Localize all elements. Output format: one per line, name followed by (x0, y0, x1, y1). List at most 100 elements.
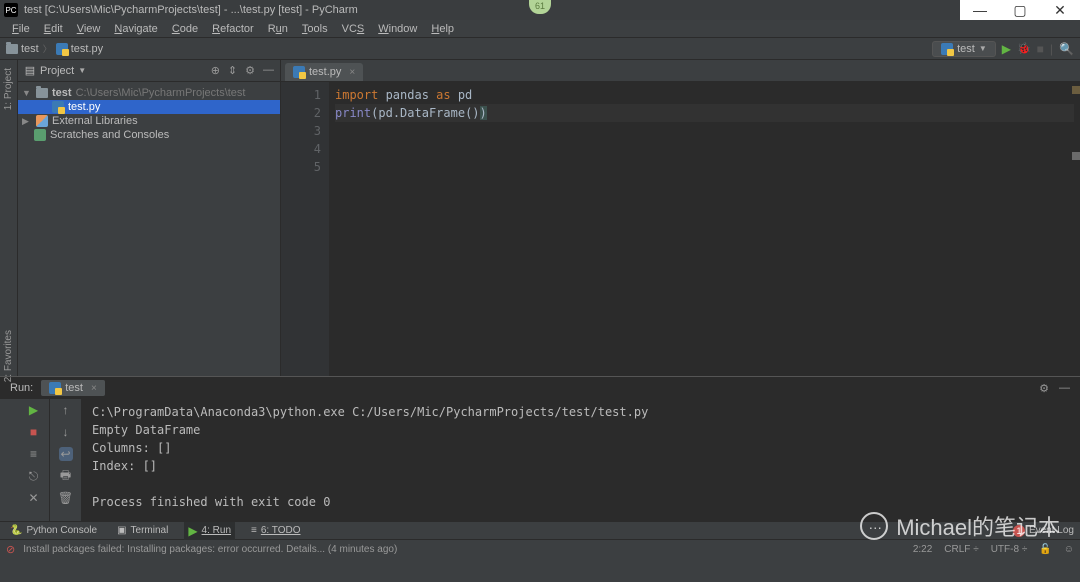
tab-run[interactable]: ▶ 4: Run (184, 522, 235, 540)
menu-help[interactable]: Help (425, 21, 460, 37)
tab-terminal[interactable]: ▣ Terminal (113, 523, 172, 538)
tree-root[interactable]: ▼ test C:\Users\Mic\PycharmProjects\test (18, 86, 280, 100)
up-arrow-icon[interactable]: ↑ (59, 403, 73, 417)
hide-icon[interactable]: — (1059, 382, 1070, 395)
menu-run[interactable]: Run (262, 21, 294, 37)
library-icon (36, 115, 48, 127)
rerun-icon[interactable]: ▶ (27, 403, 41, 417)
breadcrumb: test 〉 test.py (6, 42, 103, 55)
caret-position[interactable]: 2:22 (913, 544, 932, 555)
inspector-icon[interactable]: ☺ (1064, 544, 1074, 555)
tab-label: Python Console (26, 525, 97, 536)
chevron-down-icon[interactable]: ▼ (78, 66, 86, 75)
tree-external-libraries[interactable]: ▶ External Libraries (18, 114, 280, 128)
run-config-selector[interactable]: test ▼ (932, 41, 996, 57)
run-tab[interactable]: test × (41, 380, 105, 396)
close-button[interactable]: ✕ (1040, 0, 1080, 20)
print-icon[interactable]: 🖶 (59, 469, 73, 483)
status-message[interactable]: Install packages failed: Installing pack… (23, 544, 397, 555)
task-badge[interactable]: 61 (529, 0, 551, 14)
gutter: 1 2 3 4 5 (281, 82, 329, 376)
play-icon: ▶ (188, 524, 197, 538)
collapse-icon[interactable]: ⇕ (228, 64, 237, 77)
maximize-button[interactable]: ▢ (1000, 0, 1040, 20)
trash-icon[interactable]: 🗑 (59, 491, 73, 505)
file-encoding[interactable]: UTF-8 ÷ (991, 544, 1028, 555)
run-toolbar-primary: ▶ ■ ≡ ⎋ ✕ (18, 399, 50, 521)
tree-scratches[interactable]: Scratches and Consoles (18, 128, 280, 142)
down-arrow-icon[interactable]: ↓ (59, 425, 73, 439)
notification-badge[interactable]: 1 (1013, 525, 1025, 537)
expand-arrow-icon[interactable]: ▼ (22, 88, 32, 98)
scroll-marker[interactable] (1072, 152, 1080, 160)
pin-icon[interactable]: ⎋ (27, 469, 41, 483)
console-output[interactable]: C:\ProgramData\Anaconda3\python.exe C:/U… (82, 399, 1080, 521)
stop-button[interactable]: ■ (1037, 42, 1044, 56)
code-area[interactable]: import pandas as pd print(pd.DataFrame()… (329, 82, 1080, 376)
close-icon[interactable]: ✕ (27, 491, 41, 505)
code-line-2: print(pd.DataFrame()) (335, 104, 1074, 122)
close-icon[interactable]: × (91, 383, 97, 394)
rail-project[interactable]: 1: Project (3, 68, 14, 110)
search-everywhere-icon[interactable]: 🔍 (1059, 42, 1074, 56)
menu-edit[interactable]: Edit (38, 21, 69, 37)
menu-navigate[interactable]: Navigate (108, 21, 163, 37)
run-toolbar-secondary: ↑ ↓ ↩ 🖶 🗑 (50, 399, 82, 521)
tab-label: Terminal (131, 525, 169, 536)
expand-arrow-icon[interactable]: ▶ (22, 116, 32, 127)
layout-icon[interactable]: ≡ (27, 447, 41, 461)
debug-button[interactable]: 🐞 (1017, 42, 1031, 55)
editor-body[interactable]: 1 2 3 4 5 import pandas as pd print(pd.D… (281, 82, 1080, 376)
tab-label: 6: TODO (261, 525, 301, 536)
gear-icon[interactable]: ⚙ (245, 64, 255, 77)
project-view-icon: ▤ (24, 65, 36, 77)
folder-icon (36, 88, 48, 98)
panel-title: Project (40, 65, 74, 77)
line-number: 1 (281, 86, 321, 104)
editor-tab-label: test.py (309, 66, 341, 78)
warning-icon[interactable]: ⊘ (6, 543, 15, 556)
tree-extlib-label: External Libraries (52, 115, 138, 127)
folder-icon (6, 44, 18, 54)
menu-vcs[interactable]: VCS (336, 21, 371, 37)
tab-python-console[interactable]: 🐍 Python Console (6, 523, 101, 538)
minimize-button[interactable]: — (960, 0, 1000, 20)
hide-icon[interactable]: — (263, 64, 274, 77)
breadcrumb-folder[interactable]: test (6, 43, 39, 55)
wrap-icon[interactable]: ↩ (59, 447, 73, 461)
tree-root-name: test (52, 87, 72, 99)
run-panel-header: Run: test × ⚙ — (0, 377, 1080, 399)
run-tool-window: Run: test × ⚙ — ▶ ■ ≡ ⎋ ✕ ↑ ↓ ↩ 🖶 🗑 C:\P… (0, 376, 1080, 521)
tree-file[interactable]: test.py (18, 100, 280, 114)
readonly-icon[interactable]: 🔓 (1039, 544, 1051, 555)
line-number: 4 (281, 140, 321, 158)
left-tool-rail: 1: Project 2: Favorites 7: Structure (0, 60, 18, 376)
close-tab-icon[interactable]: × (349, 67, 355, 78)
left-rail-bottom (0, 399, 18, 521)
divider: | (1050, 42, 1053, 56)
status-bar: ⊘ Install packages failed: Installing pa… (0, 539, 1080, 559)
scroll-warning-marker[interactable] (1072, 86, 1080, 94)
python-file-icon (49, 382, 61, 394)
breadcrumb-file-label: test.py (71, 43, 103, 55)
menu-refactor[interactable]: Refactor (206, 21, 260, 37)
breadcrumb-file[interactable]: test.py (56, 43, 103, 55)
menu-tools[interactable]: Tools (296, 21, 334, 37)
editor-tab-testpy[interactable]: test.py × (285, 63, 363, 81)
stop-icon[interactable]: ■ (27, 425, 41, 439)
project-tree: ▼ test C:\Users\Mic\PycharmProjects\test… (18, 82, 280, 146)
tab-event-log[interactable]: Event Log (1029, 525, 1074, 536)
rail-favorites[interactable]: 2: Favorites (3, 330, 14, 382)
run-button[interactable]: ▶ (1002, 42, 1011, 56)
locate-icon[interactable]: ⊕ (211, 64, 220, 77)
chevron-down-icon: ▼ (979, 44, 987, 53)
tab-todo[interactable]: ≡ 6: TODO (247, 523, 305, 538)
menu-file[interactable]: File (6, 21, 36, 37)
title-bar: PC test [C:\Users\Mic\PycharmProjects\te… (0, 0, 1080, 20)
menu-code[interactable]: Code (166, 21, 204, 37)
menu-bar: File Edit View Navigate Code Refactor Ru… (0, 20, 1080, 38)
menu-window[interactable]: Window (372, 21, 423, 37)
gear-icon[interactable]: ⚙ (1039, 382, 1049, 395)
menu-view[interactable]: View (71, 21, 107, 37)
line-separator[interactable]: CRLF ÷ (944, 544, 978, 555)
